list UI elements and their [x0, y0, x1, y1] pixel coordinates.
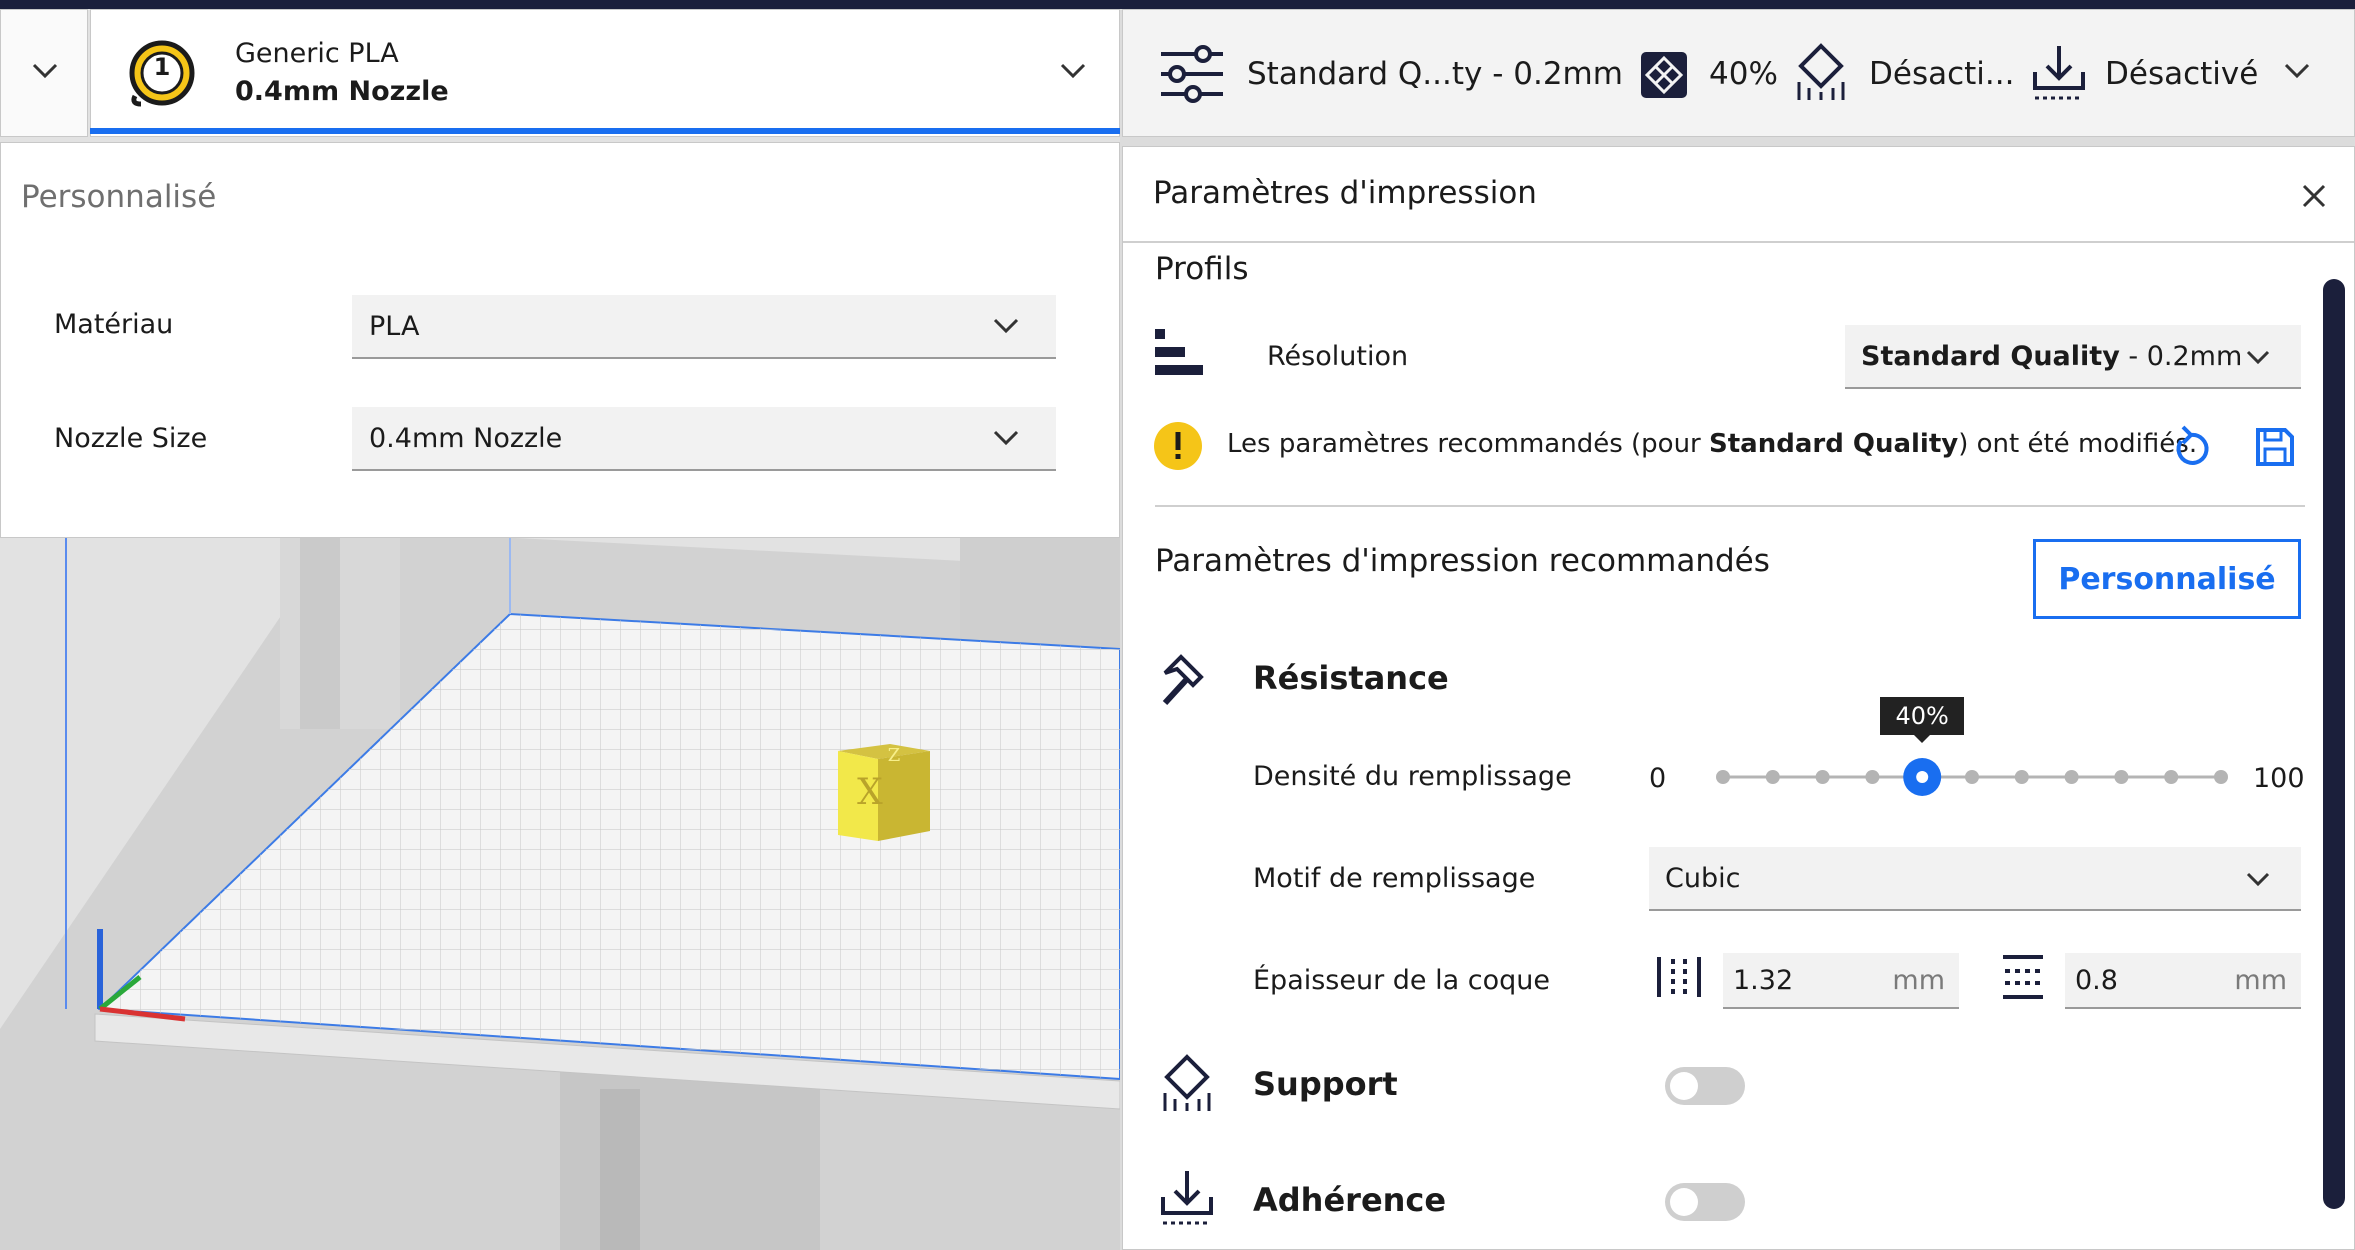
resolution-select[interactable]: Standard Quality - 0.2mm	[1845, 325, 2301, 389]
slider-tick	[2214, 770, 2228, 784]
adhesion-icon	[1161, 1171, 1213, 1225]
sliders-icon	[1161, 45, 1223, 103]
chevron-down-icon	[32, 63, 58, 79]
nozzle-size-select[interactable]: 0.4mm Nozzle	[352, 407, 1056, 471]
tooltip-arrow	[1914, 735, 1931, 743]
warning-profile-name: Standard Quality	[1709, 429, 1959, 459]
resolution-label: Résolution	[1267, 341, 1409, 372]
warning-post: ) ont été modifiés.	[1958, 429, 2198, 459]
top-bottom-thickness-input[interactable]: 0.8 mm	[2065, 953, 2301, 1009]
infill-density-slider[interactable]	[1715, 737, 2229, 817]
profiles-heading: Profils	[1155, 251, 1249, 287]
material-label: Matériau	[54, 309, 174, 340]
slider-track-svg	[1716, 758, 2228, 796]
wall-thickness-input[interactable]: 1.32 mm	[1723, 953, 1959, 1009]
slider-tick	[2164, 770, 2179, 784]
infill-density-label: Densité du remplissage	[1253, 761, 1572, 792]
extruder-tab[interactable]: 1 Generic PLA 0.4mm Nozzle	[90, 9, 1120, 137]
header-profile-value: Standard Q...ty - 0.2mm	[1247, 56, 1623, 92]
extruder-panel-title: Personnalisé	[21, 179, 217, 215]
top-bottom-thickness-value: 0.8	[2075, 965, 2118, 996]
reset-icon[interactable]	[2171, 425, 2211, 469]
shell-thickness-label: Épaisseur de la coque	[1253, 965, 1550, 996]
support-icon	[1163, 1054, 1211, 1111]
slider-tick	[2114, 770, 2129, 784]
slider-handle[interactable]	[1903, 758, 1942, 796]
slider-tick	[2064, 770, 2079, 784]
chevron-down-icon	[2246, 872, 2270, 887]
chevron-down-icon	[993, 430, 1019, 446]
scrollbar-thumb[interactable]	[2323, 279, 2345, 1209]
extruder-number: 1	[153, 53, 171, 81]
adhesion-toggle[interactable]	[1665, 1183, 1745, 1221]
extruder-settings-panel: Personnalisé Matériau PLA Nozzle Size 0.…	[0, 142, 1120, 538]
chevron-down-icon	[1060, 63, 1086, 79]
window-top-bar	[0, 0, 2355, 9]
toggle-knob	[1670, 1072, 1698, 1100]
extruder-nozzle-name: 0.4mm Nozzle	[235, 76, 449, 107]
support-heading: Support	[1253, 1065, 1398, 1103]
infill-icon	[1641, 52, 1687, 98]
extruder-tab-active-indicator	[90, 128, 1120, 134]
extruder-material-name: Generic PLA	[235, 38, 399, 69]
chevron-down-icon	[993, 318, 1019, 334]
slider-tick	[1765, 770, 1780, 784]
print-settings-panel: Paramètres d'impression Profils Résoluti…	[1122, 146, 2355, 1250]
chevron-down-icon	[2246, 350, 2270, 365]
slider-tick	[2014, 770, 2029, 784]
toggle-knob	[1670, 1188, 1698, 1216]
title-divider	[1123, 241, 2354, 243]
infill-pattern-value: Cubic	[1665, 863, 1741, 894]
material-select[interactable]: PLA	[352, 295, 1056, 359]
hammer-icon	[1162, 654, 1204, 706]
custom-mode-button[interactable]: Personnalisé	[2033, 539, 2301, 619]
slider-tick	[1965, 770, 1979, 784]
print-panel-title: Paramètres d'impression	[1153, 175, 1537, 211]
header-infill-value: 40%	[1709, 56, 1778, 92]
print-settings-header[interactable]: Standard Q...ty - 0.2mm 40% Désacti... D…	[1122, 9, 2355, 137]
wall-thickness-value: 1.32	[1733, 965, 1794, 996]
modified-warning-text: Les paramètres recommandés (pour Standar…	[1227, 429, 2197, 459]
top-bottom-thickness-icon	[2003, 955, 2043, 999]
slider-tick	[1815, 770, 1830, 784]
nozzle-size-label: Nozzle Size	[54, 423, 208, 454]
support-toggle[interactable]	[1665, 1067, 1745, 1105]
extruder-collapse-button[interactable]	[0, 9, 88, 137]
resolution-select-value: Standard Quality - 0.2mm	[1861, 341, 2242, 372]
header-adhesion-value: Désactivé	[2105, 56, 2259, 92]
recommended-heading: Paramètres d'impression recommandés	[1155, 543, 1770, 579]
warning-pre: Les paramètres recommandés (pour	[1227, 429, 1710, 459]
svg-text:X: X	[857, 772, 883, 813]
slider-min-label: 0	[1649, 763, 1667, 794]
wall-thickness-unit: mm	[1892, 965, 1945, 996]
adhesion-heading: Adhérence	[1253, 1181, 1447, 1219]
resolution-layers-icon	[1155, 329, 1203, 375]
support-icon	[1797, 43, 1845, 100]
slider-tick	[1716, 770, 1730, 784]
resolution-quality-name: Standard Quality	[1861, 341, 2120, 372]
slider-max-label: 100	[2253, 763, 2305, 794]
adhesion-icon	[2033, 46, 2085, 100]
strength-heading: Résistance	[1253, 659, 1449, 697]
wall-thickness-icon	[1657, 957, 1701, 997]
resolution-layer-height: - 0.2mm	[2119, 341, 2243, 372]
material-select-value: PLA	[369, 311, 420, 342]
profiles-divider	[1155, 505, 2305, 507]
header-support-value: Désacti...	[1869, 56, 2015, 92]
svg-text:Z: Z	[888, 745, 901, 766]
nozzle-size-select-value: 0.4mm Nozzle	[369, 423, 563, 454]
chevron-down-icon	[2284, 63, 2310, 79]
warning-icon	[1154, 422, 1202, 470]
save-icon[interactable]	[2255, 427, 2295, 467]
infill-pattern-select[interactable]: Cubic	[1649, 847, 2301, 911]
infill-pattern-label: Motif de remplissage	[1253, 863, 1536, 894]
slider-tick	[1865, 770, 1880, 784]
close-icon[interactable]	[2301, 183, 2327, 209]
top-bottom-thickness-unit: mm	[2234, 965, 2287, 996]
slider-value-tooltip: 40%	[1880, 697, 1965, 735]
